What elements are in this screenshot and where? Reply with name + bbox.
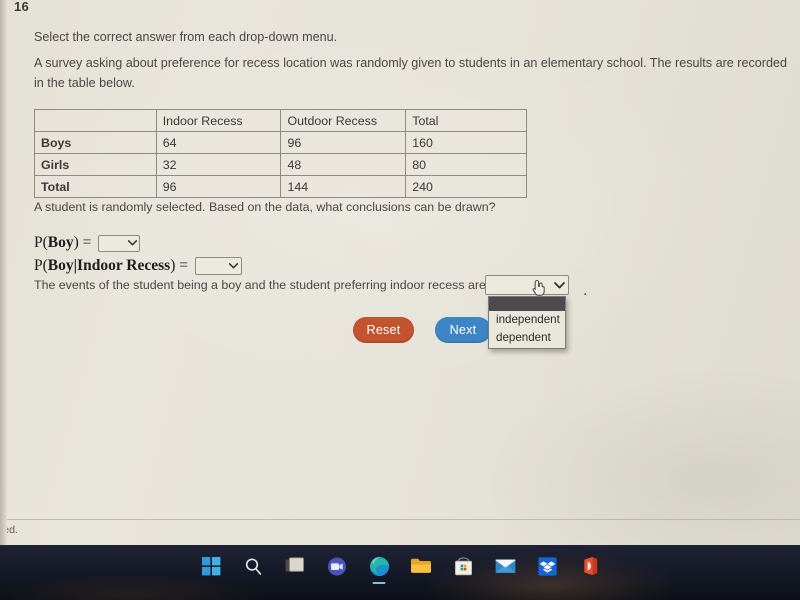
screenshot-root: 16 Select the correct answer from each d… [0, 0, 800, 600]
edge-icon[interactable] [366, 553, 392, 579]
math-expression-2: P(Boy|Indoor Recess) = [34, 257, 188, 274]
document-surface: 16 Select the correct answer from each d… [0, 0, 800, 545]
next-button[interactable]: Next [435, 317, 491, 343]
row-label-girls: Girls [34, 153, 157, 176]
cell-total-total: 240 [405, 175, 527, 198]
dropdown-independence-menu[interactable]: independent dependent [488, 296, 566, 349]
dropdown-independence[interactable]: independent dependent [485, 275, 569, 349]
chevron-down-icon [551, 276, 568, 294]
dropbox-icon[interactable] [534, 553, 560, 579]
windows-taskbar [0, 545, 800, 600]
chevron-down-icon [227, 258, 241, 274]
dropdown-conditional-probability[interactable] [194, 257, 242, 275]
prompt-text: A survey asking about preference for rec… [34, 56, 787, 91]
cell-boys-outdoor: 96 [280, 131, 407, 154]
table-row: Total 96 144 240 [34, 175, 527, 198]
task-view-icon[interactable] [282, 553, 308, 579]
row-label-boys: Boys [34, 131, 157, 154]
dropdown-independence-control[interactable] [485, 275, 569, 297]
teams-icon[interactable] [324, 553, 350, 579]
start-icon[interactable] [198, 553, 224, 579]
conclusion-sentence: The events of the student being a boy an… [34, 278, 486, 292]
mail-icon[interactable] [492, 553, 518, 579]
dropdown-option-dependent[interactable]: dependent [489, 329, 565, 347]
table-row: Girls 32 48 80 [34, 153, 527, 176]
column-header-outdoor-recess: Outdoor Recess [280, 109, 407, 132]
cell-boys-indoor: 64 [155, 131, 282, 154]
cell-total-outdoor: 144 [280, 175, 407, 198]
dropdown-probability-boy[interactable] [98, 234, 141, 252]
microsoft-store-icon[interactable] [450, 553, 476, 579]
dropdown-menu-header [489, 297, 565, 311]
pointer-hand-cursor [530, 278, 547, 297]
subquestion-text: A student is randomly selected. Based on… [34, 200, 496, 214]
cell-total-indoor: 96 [155, 175, 282, 198]
cell-boys-total: 160 [405, 131, 527, 154]
table-header-row: Indoor Recess Outdoor Recess Total [34, 109, 527, 132]
office-icon[interactable] [576, 553, 602, 579]
probability-line-2: P(Boy|Indoor Recess) = [34, 257, 242, 275]
file-explorer-icon[interactable] [408, 553, 434, 579]
instruction-text: Select the correct answer from each drop… [34, 30, 338, 44]
row-label-total: Total [34, 175, 157, 198]
column-header-total: Total [405, 109, 527, 132]
survey-results-table: Indoor Recess Outdoor Recess Total Boys … [34, 109, 527, 198]
table-corner-cell [34, 109, 157, 132]
screen-left-edge [0, 0, 7, 545]
search-icon[interactable] [240, 553, 266, 579]
cell-girls-outdoor: 48 [280, 153, 407, 176]
chevron-down-icon [125, 236, 139, 251]
cell-girls-indoor: 32 [155, 153, 282, 176]
reset-button[interactable]: Reset [353, 317, 414, 343]
taskbar-icon-group [198, 553, 602, 579]
sentence-period: . [583, 282, 588, 299]
cell-girls-total: 80 [405, 153, 527, 176]
question-number: 16 [14, 0, 30, 14]
conclusion-text: The events of the student being a boy an… [34, 278, 486, 292]
footer-divider [0, 519, 800, 520]
probability-line-1: P(Boy) = [34, 234, 141, 252]
table-row: Boys 64 96 160 [34, 131, 527, 154]
column-header-indoor-recess: Indoor Recess [155, 109, 282, 132]
dropdown-option-independent[interactable]: independent [489, 311, 565, 329]
math-expression-1: P(Boy) = [34, 234, 92, 251]
